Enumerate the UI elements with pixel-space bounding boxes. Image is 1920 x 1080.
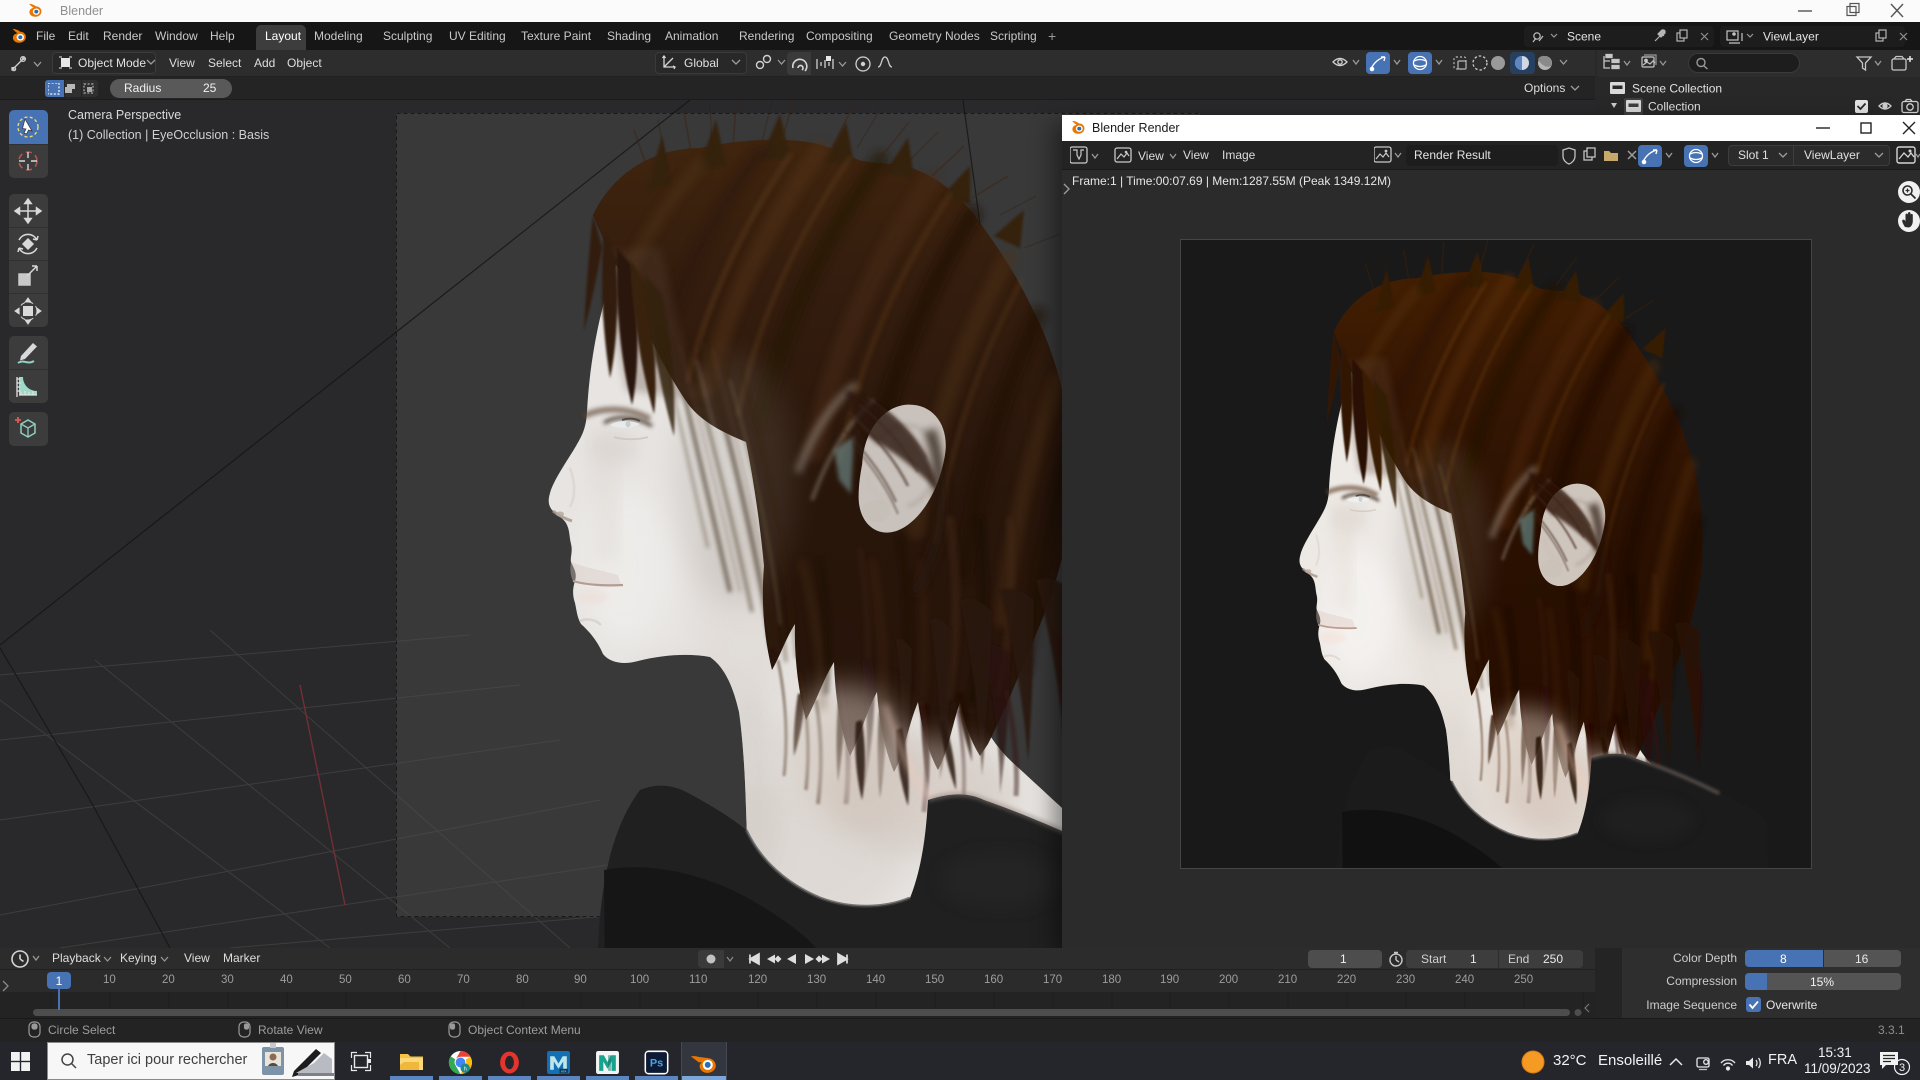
svg-text:Collection: Collection [1648,100,1701,114]
svg-text:Ps: Ps [650,1058,663,1070]
svg-text:1: 1 [56,974,63,988]
svg-text:Scene Collection: Scene Collection [1632,82,1722,96]
svg-text:Scene: Scene [1567,30,1601,44]
svg-text:View: View [1138,149,1164,163]
svg-text:h: h [464,1066,467,1072]
svg-text:ATA: ATA [561,1069,568,1073]
svg-text:ViewLayer: ViewLayer [1763,30,1819,44]
svg-text:3: 3 [1899,1062,1905,1074]
